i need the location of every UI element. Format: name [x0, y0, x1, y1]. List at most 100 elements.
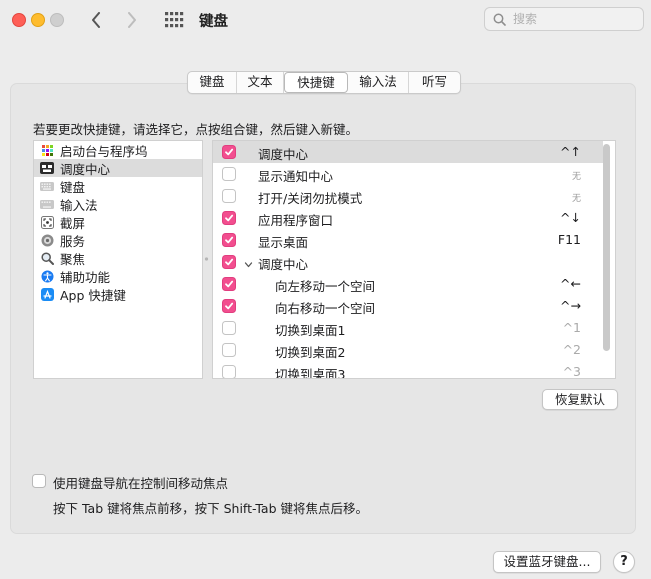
chevron-down-icon[interactable]: [244, 257, 253, 272]
shortcut-checkbox[interactable]: [222, 233, 236, 247]
shortcut-key[interactable]: F11: [558, 232, 581, 247]
shortcut-key[interactable]: ^←: [560, 276, 581, 291]
input-method-icon: [40, 197, 54, 211]
shortcut-checkbox[interactable]: [222, 255, 236, 269]
shortcut-row-show-desktop[interactable]: 显示桌面 F11: [213, 229, 603, 251]
mission-control-icon: [40, 161, 54, 175]
shortcut-checkbox[interactable]: [222, 189, 236, 203]
tab-dictation[interactable]: 听写: [409, 72, 460, 93]
launchpad-icon: [40, 143, 54, 157]
shortcut-key[interactable]: 无: [572, 169, 581, 182]
tab-bar: 键盘 文本 快捷键 输入法 听写: [187, 71, 461, 94]
shortcut-row-switch-desktop-3[interactable]: 切换到桌面3 ^3: [213, 361, 603, 379]
chevron-right-icon: [128, 12, 136, 28]
accessibility-icon: [40, 269, 54, 283]
category-item-services[interactable]: 服务: [34, 231, 202, 249]
shortcut-list[interactable]: 调度中心 ^↑ 显示通知中心 无 打开/关闭勿扰模式 无 应用程序窗口 ^↓ 显…: [212, 140, 616, 379]
keyboard-navigation-note: 按下 Tab 键将焦点前移，按下 Shift-Tab 键将焦点后移。: [53, 501, 368, 516]
close-window-button[interactable]: [12, 13, 26, 27]
shortcut-row-switch-desktop-2[interactable]: 切换到桌面2 ^2: [213, 339, 603, 361]
category-label: 调度中心: [60, 161, 111, 177]
shortcut-checkbox[interactable]: [222, 145, 236, 159]
search-field[interactable]: [484, 7, 644, 31]
grid-icon: [165, 12, 184, 28]
category-item-app-shortcuts[interactable]: App 快捷键: [34, 285, 202, 303]
show-all-grid-button[interactable]: [164, 11, 184, 29]
instruction-text: 若要更改快捷键，请选择它，点按组合键，然后键入新键。: [33, 122, 359, 137]
shortcut-key[interactable]: ^3: [563, 364, 581, 378]
shortcut-label: 切换到桌面2: [275, 345, 346, 360]
forward-button[interactable]: [120, 8, 144, 32]
spotlight-icon: [40, 251, 54, 265]
category-label: 聚焦: [60, 251, 86, 267]
shortcut-checkbox[interactable]: [222, 277, 236, 291]
shortcut-label: 打开/关闭勿扰模式: [258, 191, 363, 206]
search-input[interactable]: [513, 10, 637, 28]
tab-input-sources[interactable]: 输入法: [348, 72, 409, 93]
shortcut-row-move-left-space[interactable]: 向左移动一个空间 ^←: [213, 273, 603, 295]
category-item-input-sources[interactable]: 输入法: [34, 195, 202, 213]
shortcut-row-switch-desktop-1[interactable]: 切换到桌面1 ^1: [213, 317, 603, 339]
category-item-keyboard[interactable]: 键盘: [34, 177, 202, 195]
help-button[interactable]: ?: [613, 551, 635, 573]
category-label: 键盘: [60, 179, 86, 195]
shortcut-label: 向右移动一个空间: [275, 301, 376, 316]
shortcut-key[interactable]: ^↑: [560, 144, 581, 159]
shortcut-label: 切换到桌面3: [275, 367, 346, 379]
screenshot-icon: [40, 215, 54, 229]
shortcut-key[interactable]: ^2: [563, 342, 581, 357]
shortcut-key[interactable]: ^1: [563, 320, 581, 335]
shortcut-label: 向左移动一个空间: [275, 279, 376, 294]
category-label: 截屏: [60, 215, 86, 231]
shortcut-list-scrollbar[interactable]: [603, 144, 610, 351]
keyboard-navigation-label: 使用键盘导航在控制间移动焦点: [53, 476, 229, 491]
split-view-handle[interactable]: [204, 252, 209, 262]
tab-keyboard[interactable]: 键盘: [188, 72, 237, 93]
shortcut-key[interactable]: ^↓: [560, 210, 581, 225]
shortcut-row-application-windows[interactable]: 应用程序窗口 ^↓: [213, 207, 603, 229]
category-label: 输入法: [60, 197, 98, 213]
shortcut-checkbox[interactable]: [222, 211, 236, 225]
shortcut-checkbox[interactable]: [222, 167, 236, 181]
category-label: 辅助功能: [60, 269, 111, 285]
back-button[interactable]: [84, 8, 108, 32]
shortcut-label: 调度中心: [258, 257, 309, 272]
shortcut-row-move-right-space[interactable]: 向右移动一个空间 ^→: [213, 295, 603, 317]
shortcut-row-mission-control[interactable]: 调度中心 ^↑: [213, 141, 603, 163]
app-store-icon: [40, 287, 54, 301]
category-item-launchpad[interactable]: 启动台与程序坞: [34, 141, 202, 159]
category-label: 服务: [60, 233, 86, 249]
minimize-window-button[interactable]: [31, 13, 45, 27]
category-item-mission-control[interactable]: 调度中心: [34, 159, 202, 177]
shortcut-row-do-not-disturb[interactable]: 打开/关闭勿扰模式 无: [213, 185, 603, 207]
category-label: App 快捷键: [60, 287, 126, 303]
tab-shortcuts[interactable]: 快捷键: [284, 72, 348, 93]
category-list[interactable]: 启动台与程序坞 调度中心 键盘 输入法 截屏 服务 聚焦 辅助功能 App 快捷…: [33, 140, 203, 379]
shortcut-key[interactable]: 无: [572, 191, 581, 204]
shortcut-checkbox[interactable]: [222, 321, 236, 335]
title-bar: 键盘: [0, 0, 651, 40]
zoom-window-button[interactable]: [50, 13, 64, 27]
category-item-spotlight[interactable]: 聚焦: [34, 249, 202, 267]
shortcut-key[interactable]: ^→: [560, 298, 581, 313]
tab-text[interactable]: 文本: [237, 72, 284, 93]
category-item-screenshots[interactable]: 截屏: [34, 213, 202, 231]
shortcut-label: 显示通知中心: [258, 169, 334, 184]
keyboard-navigation-checkbox[interactable]: [32, 474, 46, 488]
shortcut-checkbox[interactable]: [222, 299, 236, 313]
restore-defaults-button[interactable]: 恢复默认: [542, 389, 618, 410]
setup-bluetooth-keyboard-button[interactable]: 设置蓝牙键盘...: [493, 551, 601, 573]
services-gear-icon: [40, 233, 54, 247]
category-item-accessibility[interactable]: 辅助功能: [34, 267, 202, 285]
shortcut-label: 显示桌面: [258, 235, 309, 250]
window-title: 键盘: [199, 14, 228, 30]
shortcut-row-notification-center[interactable]: 显示通知中心 无: [213, 163, 603, 185]
shortcut-label: 应用程序窗口: [258, 213, 334, 228]
shortcut-label: 切换到桌面1: [275, 323, 346, 338]
keyboard-icon: [40, 179, 54, 193]
shortcut-checkbox[interactable]: [222, 343, 236, 357]
search-icon: [493, 13, 506, 26]
shortcut-checkbox[interactable]: [222, 365, 236, 378]
shortcut-group-mission-control[interactable]: 调度中心: [213, 251, 603, 273]
shortcut-label: 调度中心: [258, 147, 309, 162]
